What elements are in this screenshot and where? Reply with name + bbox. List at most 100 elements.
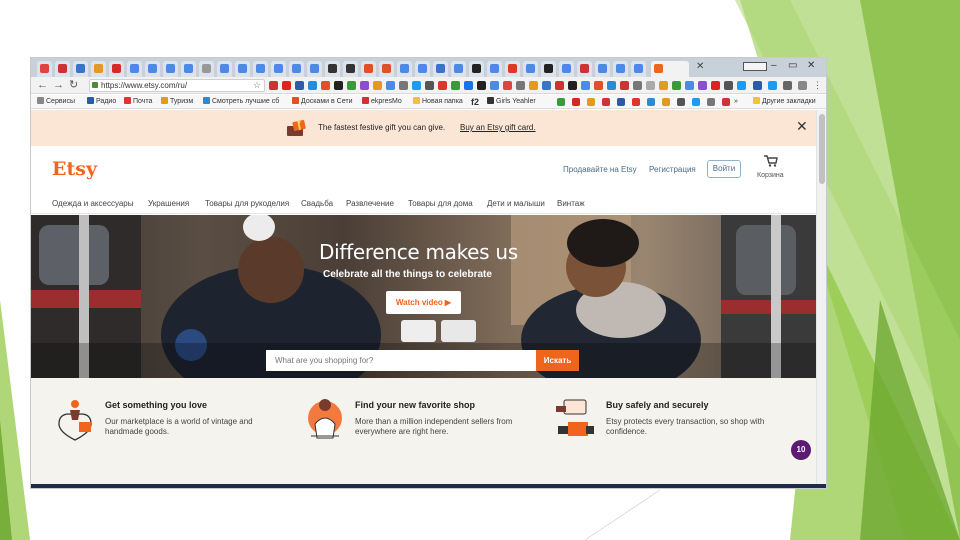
extension-icon[interactable] xyxy=(373,81,382,90)
category-link[interactable]: Дети и малыши xyxy=(487,199,545,208)
browser-tab-active[interactable] xyxy=(651,61,689,77)
category-link[interactable]: Украшения xyxy=(148,199,189,208)
browser-tab[interactable] xyxy=(451,61,466,77)
extension-icon[interactable] xyxy=(542,81,551,90)
extension-icon[interactable] xyxy=(659,81,668,90)
extension-icon[interactable] xyxy=(607,81,616,90)
browser-tab[interactable] xyxy=(55,61,70,77)
browser-tab[interactable] xyxy=(523,61,538,77)
bookmark-icon[interactable] xyxy=(677,98,685,106)
bookmark-icon[interactable] xyxy=(632,98,640,106)
scroll-thumb[interactable] xyxy=(819,114,825,184)
browser-tab[interactable] xyxy=(541,61,556,77)
extension-icon[interactable] xyxy=(685,81,694,90)
extension-icon[interactable] xyxy=(321,81,330,90)
extension-icon[interactable] xyxy=(360,81,369,90)
extension-icon[interactable] xyxy=(555,81,564,90)
browser-tab[interactable] xyxy=(559,61,574,77)
extension-icon[interactable] xyxy=(798,81,807,90)
bookmark-icon-f2[interactable]: f2 xyxy=(471,97,479,107)
browser-tab[interactable] xyxy=(235,61,250,77)
browser-tab[interactable] xyxy=(361,61,376,77)
extension-icon[interactable] xyxy=(672,81,681,90)
browser-tab[interactable] xyxy=(397,61,412,77)
bookmark-item[interactable]: Радио xyxy=(87,97,116,107)
browser-tab[interactable] xyxy=(325,61,340,77)
browser-tab[interactable] xyxy=(343,61,358,77)
extension-icon[interactable] xyxy=(464,81,473,90)
extension-icon[interactable] xyxy=(503,81,512,90)
browser-tab[interactable] xyxy=(631,61,646,77)
extension-icon[interactable] xyxy=(347,81,356,90)
extension-icon[interactable] xyxy=(438,81,447,90)
bookmark-icon[interactable] xyxy=(722,98,730,106)
extension-icon[interactable] xyxy=(477,81,486,90)
sell-on-etsy-link[interactable]: Продавайте на Etsy xyxy=(563,165,637,174)
browser-tab[interactable] xyxy=(307,61,322,77)
extension-icon[interactable] xyxy=(425,81,434,90)
extension-icon[interactable] xyxy=(282,81,291,90)
bookmark-icon[interactable] xyxy=(692,98,700,106)
browser-tab[interactable] xyxy=(487,61,502,77)
browser-tab[interactable] xyxy=(577,61,592,77)
bookmark-item[interactable]: Смотреть лучшие сб xyxy=(203,97,279,107)
browser-tab[interactable] xyxy=(109,61,124,77)
browser-tab[interactable] xyxy=(217,61,232,77)
browser-tab[interactable] xyxy=(415,61,430,77)
back-icon[interactable]: ← xyxy=(37,79,48,91)
watch-video-button[interactable]: Watch video ▶ xyxy=(386,291,461,314)
bookmark-item[interactable]: ekpresMo xyxy=(362,97,402,107)
extension-icon[interactable] xyxy=(529,81,538,90)
etsy-logo[interactable]: Etsy xyxy=(52,158,97,180)
bookmark-item[interactable]: Почта xyxy=(124,97,152,107)
category-link[interactable]: Товары для рукоделия xyxy=(205,199,289,208)
bookmark-item[interactable]: Girls Yeahler xyxy=(487,97,536,107)
category-link[interactable]: Свадьба xyxy=(301,199,333,208)
category-link[interactable]: Винтаж xyxy=(557,199,585,208)
browser-tab[interactable] xyxy=(433,61,448,77)
search-button[interactable]: Искать xyxy=(536,350,579,371)
sign-in-button[interactable]: Войти xyxy=(707,160,741,178)
browser-tab[interactable] xyxy=(37,61,52,77)
close-promo-icon[interactable]: ✕ xyxy=(796,119,808,133)
category-link[interactable]: Развлечение xyxy=(346,199,394,208)
extension-icon[interactable] xyxy=(698,81,707,90)
register-link[interactable]: Регистрация xyxy=(649,165,696,174)
search-input[interactable]: What are you shopping for? xyxy=(266,350,536,371)
bookmark-star-icon[interactable]: ☆ xyxy=(253,80,261,90)
extension-icon[interactable] xyxy=(620,81,629,90)
cart-label[interactable]: Корзина xyxy=(757,172,784,179)
maximize-icon[interactable]: ▭ xyxy=(788,61,797,71)
browser-tab[interactable] xyxy=(595,61,610,77)
extension-icon[interactable] xyxy=(783,81,792,90)
browser-tab[interactable] xyxy=(163,61,178,77)
other-bookmarks[interactable]: Другие закладки xyxy=(753,97,816,107)
bookmark-icon[interactable] xyxy=(617,98,625,106)
browser-tab[interactable] xyxy=(613,61,628,77)
bookmark-icon[interactable] xyxy=(707,98,715,106)
bookmark-icon[interactable] xyxy=(587,98,595,106)
bookmark-icon[interactable] xyxy=(602,98,610,106)
page-scrollbar[interactable] xyxy=(816,110,826,488)
extension-icon[interactable] xyxy=(308,81,317,90)
extension-icon[interactable] xyxy=(753,81,762,90)
extension-icon[interactable] xyxy=(633,81,642,90)
reload-icon[interactable]: ↻ xyxy=(69,79,78,91)
extension-icon[interactable] xyxy=(646,81,655,90)
extension-icon[interactable] xyxy=(386,81,395,90)
close-window-icon[interactable]: ✕ xyxy=(807,61,815,71)
bookmark-item[interactable]: Сервисы xyxy=(37,97,75,107)
url-input[interactable]: https://www.etsy.com/ru/ xyxy=(89,79,265,92)
extension-icon[interactable] xyxy=(516,81,525,90)
browser-tab[interactable] xyxy=(469,61,484,77)
minimize-icon[interactable]: – xyxy=(771,61,777,71)
extension-icon[interactable] xyxy=(737,81,746,90)
extension-icon[interactable] xyxy=(412,81,421,90)
extension-icon[interactable] xyxy=(768,81,777,90)
extension-icon[interactable] xyxy=(334,81,343,90)
bookmarks-more-icon[interactable]: » xyxy=(734,97,738,107)
extension-icon[interactable] xyxy=(490,81,499,90)
extension-icon[interactable] xyxy=(581,81,590,90)
browser-tab[interactable] xyxy=(505,61,520,77)
browser-tab[interactable] xyxy=(379,61,394,77)
